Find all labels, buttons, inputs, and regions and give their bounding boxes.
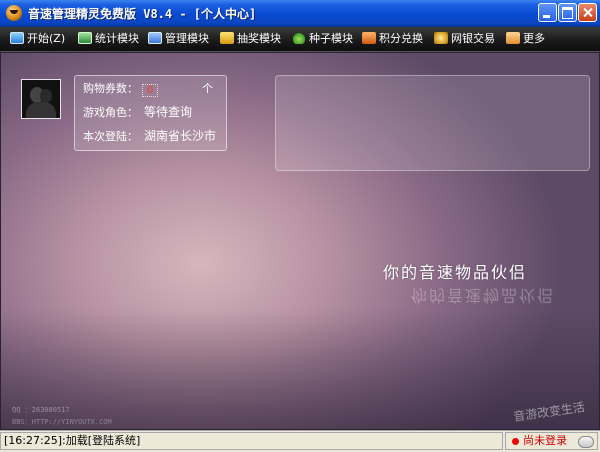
coupons-value: 0 (142, 84, 158, 97)
manage-icon (148, 32, 162, 44)
window-title: 音速管理精灵免费版 V8.4 - [个人中心] (28, 7, 257, 21)
avatar-head-2 (40, 89, 52, 103)
title-bar[interactable]: 音速管理精灵免费版 V8.4 - [个人中心] (0, 0, 600, 27)
bbs-url: BBS：HTTP://YINYOUTX.COM (12, 418, 112, 426)
status-bar: [16:27:25]:加载[登陆系统] 尚未登录 (0, 430, 600, 452)
menu-item-start[interactable]: 开始(Z) (10, 31, 65, 47)
slogan-text: 你的音速物品伙侣 (383, 263, 528, 282)
role-value: 等待查询 (144, 105, 193, 119)
silver-icon (434, 32, 448, 44)
menu-bar: 开始(Z) 统计模块 管理模块 抽奖模块 种子模块 积分兑换 网银交易 更多 (0, 27, 600, 52)
login-row: 本次登陆： 湖南省长沙市 (83, 128, 216, 144)
app-logo-icon (6, 5, 22, 21)
points-icon (362, 32, 376, 44)
close-button[interactable] (578, 3, 597, 22)
minimize-icon (539, 4, 556, 21)
qq-contact: QQ ：263080517 (12, 406, 70, 414)
minimize-button[interactable] (538, 3, 557, 22)
news-panel (275, 75, 590, 171)
network-icon (578, 436, 594, 448)
coupons-label: 购物券数： (83, 82, 138, 95)
menu-item-manage[interactable]: 管理模块 (148, 31, 209, 47)
role-label: 游戏角色： (83, 106, 138, 119)
app-window: 音速管理精灵免费版 V8.4 - [个人中心] 开始(Z) 统计模块 管理模块 … (0, 0, 600, 452)
login-status[interactable]: 尚未登录 (505, 432, 598, 450)
corner-slogan: 音游改变生活 (512, 400, 586, 424)
role-row: 游戏角色： 等待查询 (83, 104, 192, 120)
chart-icon (78, 32, 92, 44)
main-content: 购物券数： 0 个 游戏角色： 等待查询 本次登陆： 湖南省长沙市 你的音速物品伙侣 … (0, 52, 600, 430)
close-icon (579, 4, 596, 21)
seed-icon (292, 32, 306, 44)
status-dot-icon (512, 438, 519, 445)
login-label: 本次登陆： (83, 130, 138, 143)
menu-item-more[interactable]: 更多 (506, 31, 545, 47)
slogan-reflection: 你的音速物品伙侣 (411, 286, 556, 305)
maximize-icon (559, 4, 576, 21)
avatar-body (26, 102, 56, 118)
more-icon (506, 32, 520, 44)
lottery-icon (220, 32, 234, 44)
menu-item-stats[interactable]: 统计模块 (78, 31, 139, 47)
avatar[interactable] (21, 79, 61, 119)
menu-item-banking[interactable]: 网银交易 (434, 31, 495, 47)
login-location: 湖南省长沙市 (144, 129, 217, 143)
maximize-button[interactable] (558, 3, 577, 22)
coupons-row: 购物券数： 0 (83, 81, 158, 97)
menu-item-lottery[interactable]: 抽奖模块 (220, 31, 281, 47)
monitor-icon (10, 32, 24, 44)
login-status-text: 尚未登录 (523, 434, 567, 447)
collapse-toggle[interactable]: 个 (202, 80, 213, 96)
menu-item-points[interactable]: 积分兑换 (362, 31, 423, 47)
profile-panel: 购物券数： 0 个 游戏角色： 等待查询 本次登陆： 湖南省长沙市 (74, 75, 227, 151)
menu-item-seed[interactable]: 种子模块 (292, 31, 353, 47)
status-message: [16:27:25]:加载[登陆系统] (0, 432, 503, 450)
